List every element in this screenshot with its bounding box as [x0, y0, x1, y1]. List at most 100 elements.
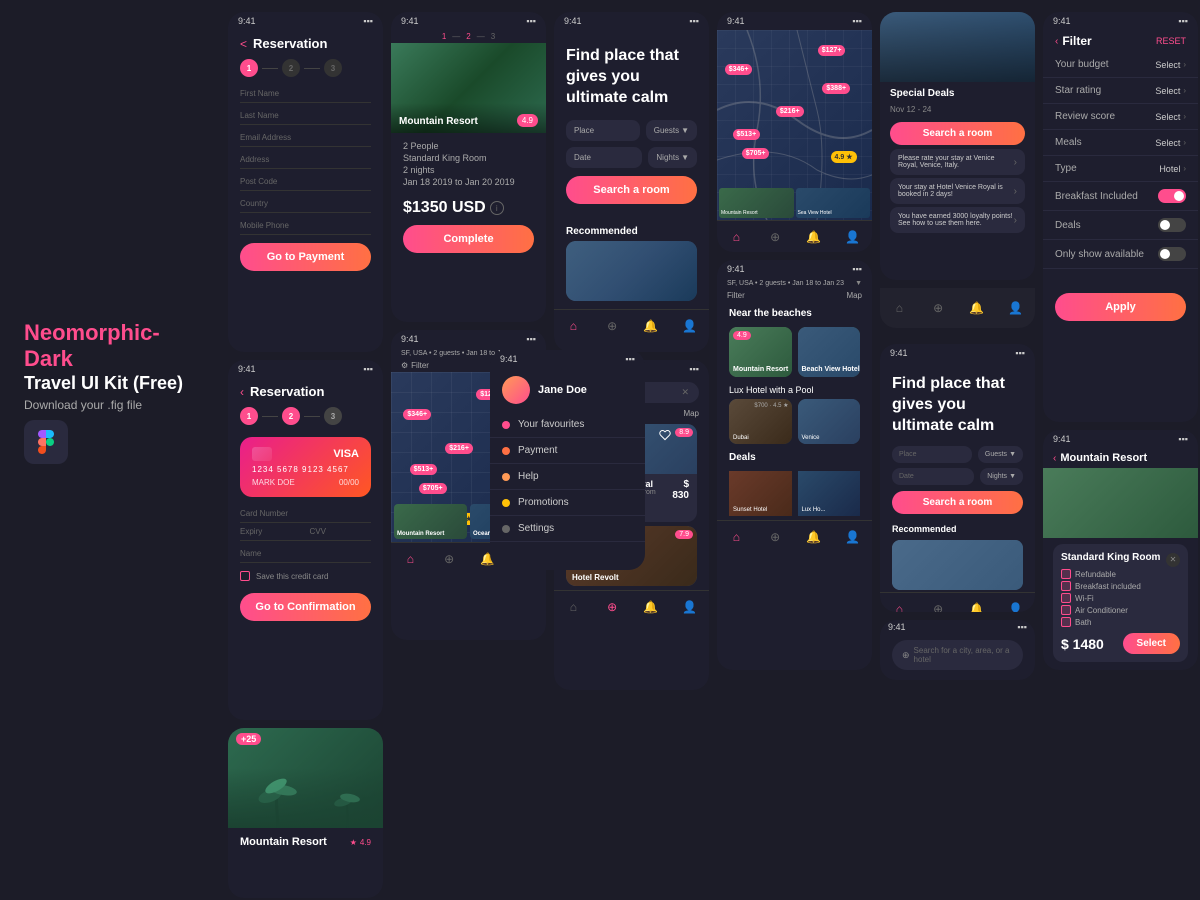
large-pin-513[interactable]: $513+ [733, 129, 761, 140]
first-name-field[interactable]: First Name [240, 85, 371, 103]
nav-user-3[interactable]: 👤 [680, 597, 700, 617]
go-payment-btn[interactable]: Go to Payment [240, 243, 371, 271]
nav-home-3[interactable]: ⌂ [563, 597, 583, 617]
filter-review-value[interactable]: Select › [1155, 112, 1186, 122]
beach-card-2[interactable]: Beach View Hotel [798, 327, 861, 377]
go-confirmation-btn[interactable]: Go to Confirmation [240, 593, 371, 621]
nav-home-5[interactable]: ⌂ [726, 527, 746, 547]
step-2-2[interactable]: 2 [282, 407, 300, 425]
nav-home-2[interactable]: ⌂ [563, 316, 583, 336]
available-toggle[interactable] [1158, 247, 1186, 261]
notif-3[interactable]: You have earned 3000 loyalty points! See… [890, 207, 1025, 233]
card-number-field[interactable]: Card Number [240, 505, 371, 523]
clear-icon[interactable]: ✕ [681, 387, 689, 398]
nav-user-7[interactable]: 👤 [1006, 599, 1026, 612]
filter-btn[interactable]: ⚙ Filter [401, 361, 429, 370]
nav-search-2[interactable]: ⊕ [602, 316, 622, 336]
nav-home-7[interactable]: ⌂ [889, 599, 909, 612]
beach-filter[interactable]: Filter [727, 291, 745, 300]
nights-field[interactable]: Nights ▼ [648, 147, 697, 168]
nav-home-6[interactable]: ⌂ [889, 298, 909, 318]
filter-reset[interactable]: RESET [1156, 36, 1186, 46]
nav-search-4[interactable]: ⊕ [765, 227, 785, 247]
nav-search-5[interactable]: ⊕ [765, 527, 785, 547]
menu-favourites[interactable]: Your favourites [490, 412, 645, 438]
filter-type-value[interactable]: Hotel › [1159, 164, 1186, 174]
large-pin-705[interactable]: $705+ [742, 148, 770, 159]
menu-promo[interactable]: Promotions [490, 490, 645, 516]
nav-home-4[interactable]: ⌂ [726, 227, 746, 247]
step-2-1[interactable]: 1 [240, 407, 258, 425]
nav-search-7[interactable]: ⊕ [928, 599, 948, 612]
filter-back[interactable]: ‹ [1055, 36, 1058, 47]
beach-map[interactable]: Map [846, 291, 862, 300]
lux-card-1[interactable]: Dubai $700 · 4.5 ★ [729, 399, 792, 444]
deals-search-btn[interactable]: Search a room [890, 122, 1025, 145]
nav-bell-4[interactable]: 🔔 [804, 227, 824, 247]
large-pin-216[interactable]: $216+ [776, 106, 804, 117]
menu-settings[interactable]: Settings [490, 516, 645, 542]
large-pin-346[interactable]: $346+ [725, 64, 753, 75]
apply-btn[interactable]: Apply [1055, 293, 1186, 321]
place-field[interactable]: Place [566, 120, 640, 141]
sunset-card-2[interactable]: Lux Ho... [798, 471, 861, 516]
nav-user-5[interactable]: 👤 [843, 527, 863, 547]
step-3[interactable]: 3 [324, 59, 342, 77]
large-pin-gold[interactable]: 4.9 ★ [831, 151, 857, 163]
search-date[interactable]: Date [892, 468, 974, 485]
select-btn[interactable]: Select [1123, 633, 1180, 654]
search-guests[interactable]: Guests ▼ [978, 446, 1023, 463]
breakfast-toggle[interactable] [1158, 189, 1186, 203]
filter-meals-value[interactable]: Select › [1155, 138, 1186, 148]
map-pin-216[interactable]: $216+ [445, 443, 473, 454]
nav-user-6[interactable]: 👤 [1006, 298, 1026, 318]
postcode-field[interactable]: Post Code [240, 173, 371, 191]
map-pin-705[interactable]: $705+ [419, 483, 447, 494]
nav-search-6[interactable]: ⊕ [928, 298, 948, 318]
email-field[interactable]: Email Address [240, 129, 371, 147]
search-map-btn[interactable]: Search a room [892, 491, 1023, 514]
filter-stars-value[interactable]: Select › [1155, 86, 1186, 96]
cvv-field[interactable]: CVV [310, 527, 372, 536]
hotel-heart-1[interactable] [659, 428, 671, 446]
nav-user-4[interactable]: 👤 [843, 227, 863, 247]
nav-search-3[interactable]: ⊕ [602, 597, 622, 617]
country-field[interactable]: Country [240, 195, 371, 213]
search-place[interactable]: Place [892, 446, 972, 463]
lux-card-2[interactable]: Venice [798, 399, 861, 444]
search-room-btn[interactable]: Search a room [566, 176, 697, 204]
back-arrow-1[interactable]: < [240, 37, 247, 51]
date-field[interactable]: Date [566, 147, 642, 168]
map-label[interactable]: Map [683, 409, 699, 418]
expiry-field[interactable]: Expiry [240, 527, 302, 536]
nav-bell-5[interactable]: 🔔 [804, 527, 824, 547]
nav-home-icon[interactable]: ⌂ [400, 549, 420, 569]
phone-field[interactable]: Mobile Phone [240, 217, 371, 235]
step-2-3[interactable]: 3 [324, 407, 342, 425]
notif-2[interactable]: Your stay at Hotel Venice Royal is booke… [890, 178, 1025, 204]
menu-payment[interactable]: Payment [490, 438, 645, 464]
resort-close[interactable]: ✕ [1166, 553, 1180, 567]
city-search-bar[interactable]: ⊕ Search for a city, area, or a hotel [892, 640, 1023, 670]
step-2[interactable]: 2 [282, 59, 300, 77]
guests-field[interactable]: Guests ▼ [646, 120, 697, 141]
nav-bell-6[interactable]: 🔔 [967, 298, 987, 318]
map-pin-346[interactable]: $346+ [403, 409, 431, 420]
step-1[interactable]: 1 [240, 59, 258, 77]
search-nights[interactable]: Nights ▼ [980, 468, 1023, 485]
map-pin-513[interactable]: $513+ [410, 464, 438, 475]
back-arrow-2[interactable]: ‹ [240, 385, 244, 399]
large-map[interactable]: $127+ $346+ $388+ $216+ $513+ $705+ 4.9 … [717, 30, 872, 220]
sunset-card-1[interactable]: Sunset Hotel [729, 471, 792, 516]
large-pin-388[interactable]: $388+ [822, 83, 850, 94]
nav-user-2[interactable]: 👤 [680, 316, 700, 336]
nav-search-icon[interactable]: ⊕ [439, 549, 459, 569]
last-name-field[interactable]: Last Name [240, 107, 371, 125]
nav-bell-3[interactable]: 🔔 [641, 597, 661, 617]
resort-back[interactable]: ‹ [1053, 453, 1056, 464]
figma-icon[interactable] [24, 420, 68, 464]
save-card-checkbox[interactable] [240, 571, 250, 581]
filter-budget-value[interactable]: Select › [1155, 60, 1186, 70]
deals-toggle[interactable] [1158, 218, 1186, 232]
large-pin-127[interactable]: $127+ [818, 45, 846, 56]
